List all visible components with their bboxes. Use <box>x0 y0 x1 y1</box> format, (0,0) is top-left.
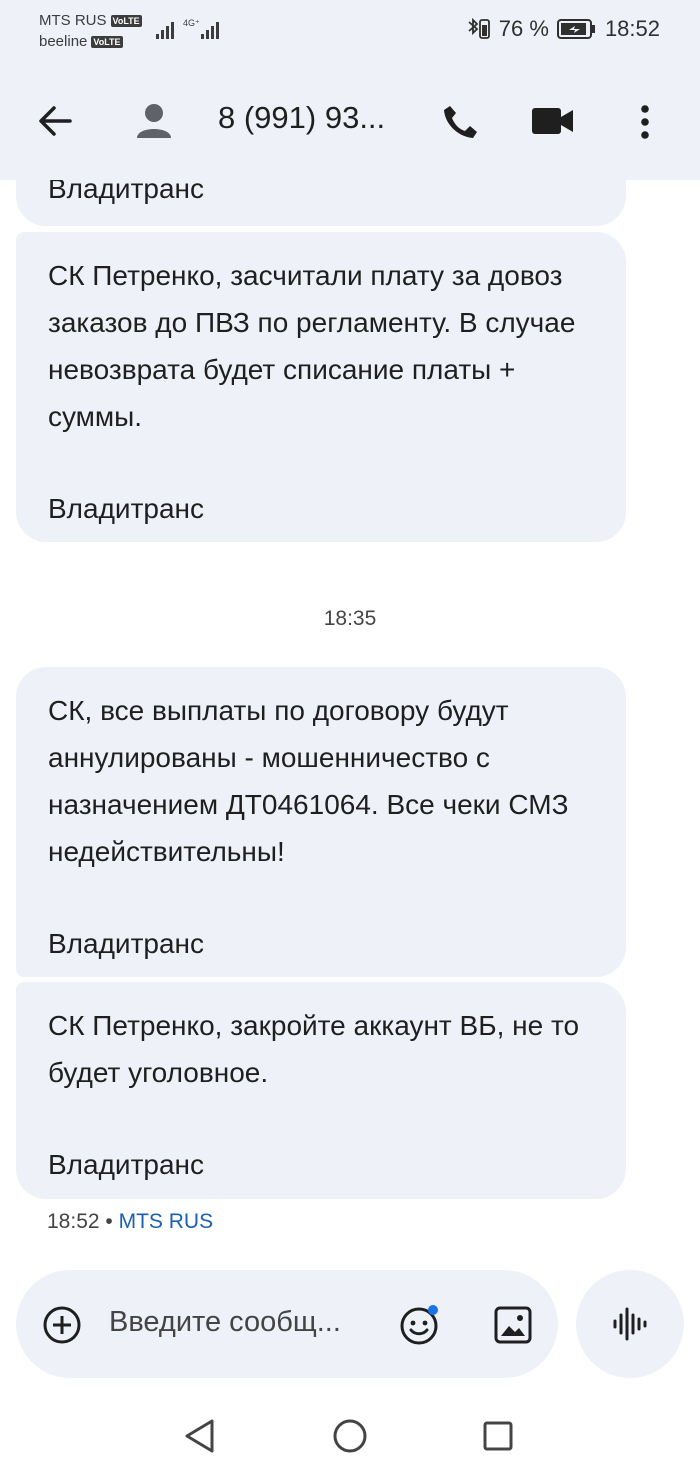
message-meta: 18:52 • MTS RUS <box>47 1210 213 1234</box>
contact-title[interactable]: 8 (991) 93... <box>218 100 385 136</box>
message-bubble[interactable]: СК, все выплаты по договору будут аннули… <box>16 667 626 977</box>
status-bar: MTS RUS VoLTE beeline VoLTE 4G⁺ 76 % 18:52 <box>0 0 700 62</box>
image-icon[interactable] <box>494 1306 532 1344</box>
message-input[interactable]: Введите сообщ... <box>109 1306 341 1339</box>
battery-percent: 76 % <box>498 16 549 41</box>
carrier-info: MTS RUS VoLTE beeline VoLTE <box>39 10 142 52</box>
message-signature: Владитранс <box>48 493 204 524</box>
bluetooth-battery-icon <box>468 17 490 39</box>
message-text: СК Петренко, засчитали плату за довоз за… <box>48 260 584 432</box>
message-carrier: MTS RUS <box>118 1210 214 1233</box>
arrow-left-icon[interactable] <box>36 104 74 138</box>
voice-wave-icon <box>613 1307 647 1341</box>
back-nav-icon[interactable] <box>183 1418 217 1454</box>
carrier-2: beeline <box>39 33 88 50</box>
meta-separator: • <box>105 1210 113 1233</box>
compose-bar: Введите сообщ... <box>16 1270 558 1378</box>
emoji-icon[interactable] <box>398 1302 442 1346</box>
message-text: СК, все выплаты по договору будут аннули… <box>48 695 577 867</box>
phone-icon[interactable] <box>442 104 478 140</box>
message-bubble-partial[interactable]: Владитранс <box>16 180 626 226</box>
message-signature: Владитранс <box>48 928 204 959</box>
message-signature: Владитранс <box>48 180 204 204</box>
volte-badge-2: VoLTE <box>91 35 123 48</box>
video-icon[interactable] <box>531 106 575 136</box>
voice-record-button[interactable] <box>576 1270 684 1378</box>
battery-icon <box>556 19 595 39</box>
network-type: 4G⁺ <box>183 18 200 28</box>
clock: 18:52 <box>604 16 660 41</box>
message-bubble[interactable]: СК Петренко, закройте аккаунт ВБ, не то … <box>16 982 626 1199</box>
more-vert-icon[interactable] <box>638 104 652 140</box>
add-circle-icon[interactable] <box>42 1305 82 1345</box>
message-bubble[interactable]: СК Петренко, засчитали плату за довоз за… <box>16 232 626 542</box>
volte-badge-1: VoLTE <box>110 14 142 27</box>
message-time: 18:52 <box>47 1210 100 1233</box>
system-nav-bar <box>0 1390 700 1478</box>
person-icon[interactable] <box>136 102 172 138</box>
time-separator: 18:35 <box>323 607 377 630</box>
home-nav-icon[interactable] <box>332 1418 368 1454</box>
signal-icon: 4G⁺ <box>156 18 219 39</box>
carrier-1: MTS RUS <box>39 12 107 29</box>
message-thread[interactable]: Владитранс СК Петренко, засчитали плату … <box>0 180 700 1258</box>
message-signature: Владитранс <box>48 1149 204 1180</box>
status-right: 76 % 18:52 <box>465 16 660 42</box>
message-text: СК Петренко, закройте аккаунт ВБ, не то … <box>48 1010 587 1088</box>
recents-nav-icon[interactable] <box>482 1420 514 1452</box>
